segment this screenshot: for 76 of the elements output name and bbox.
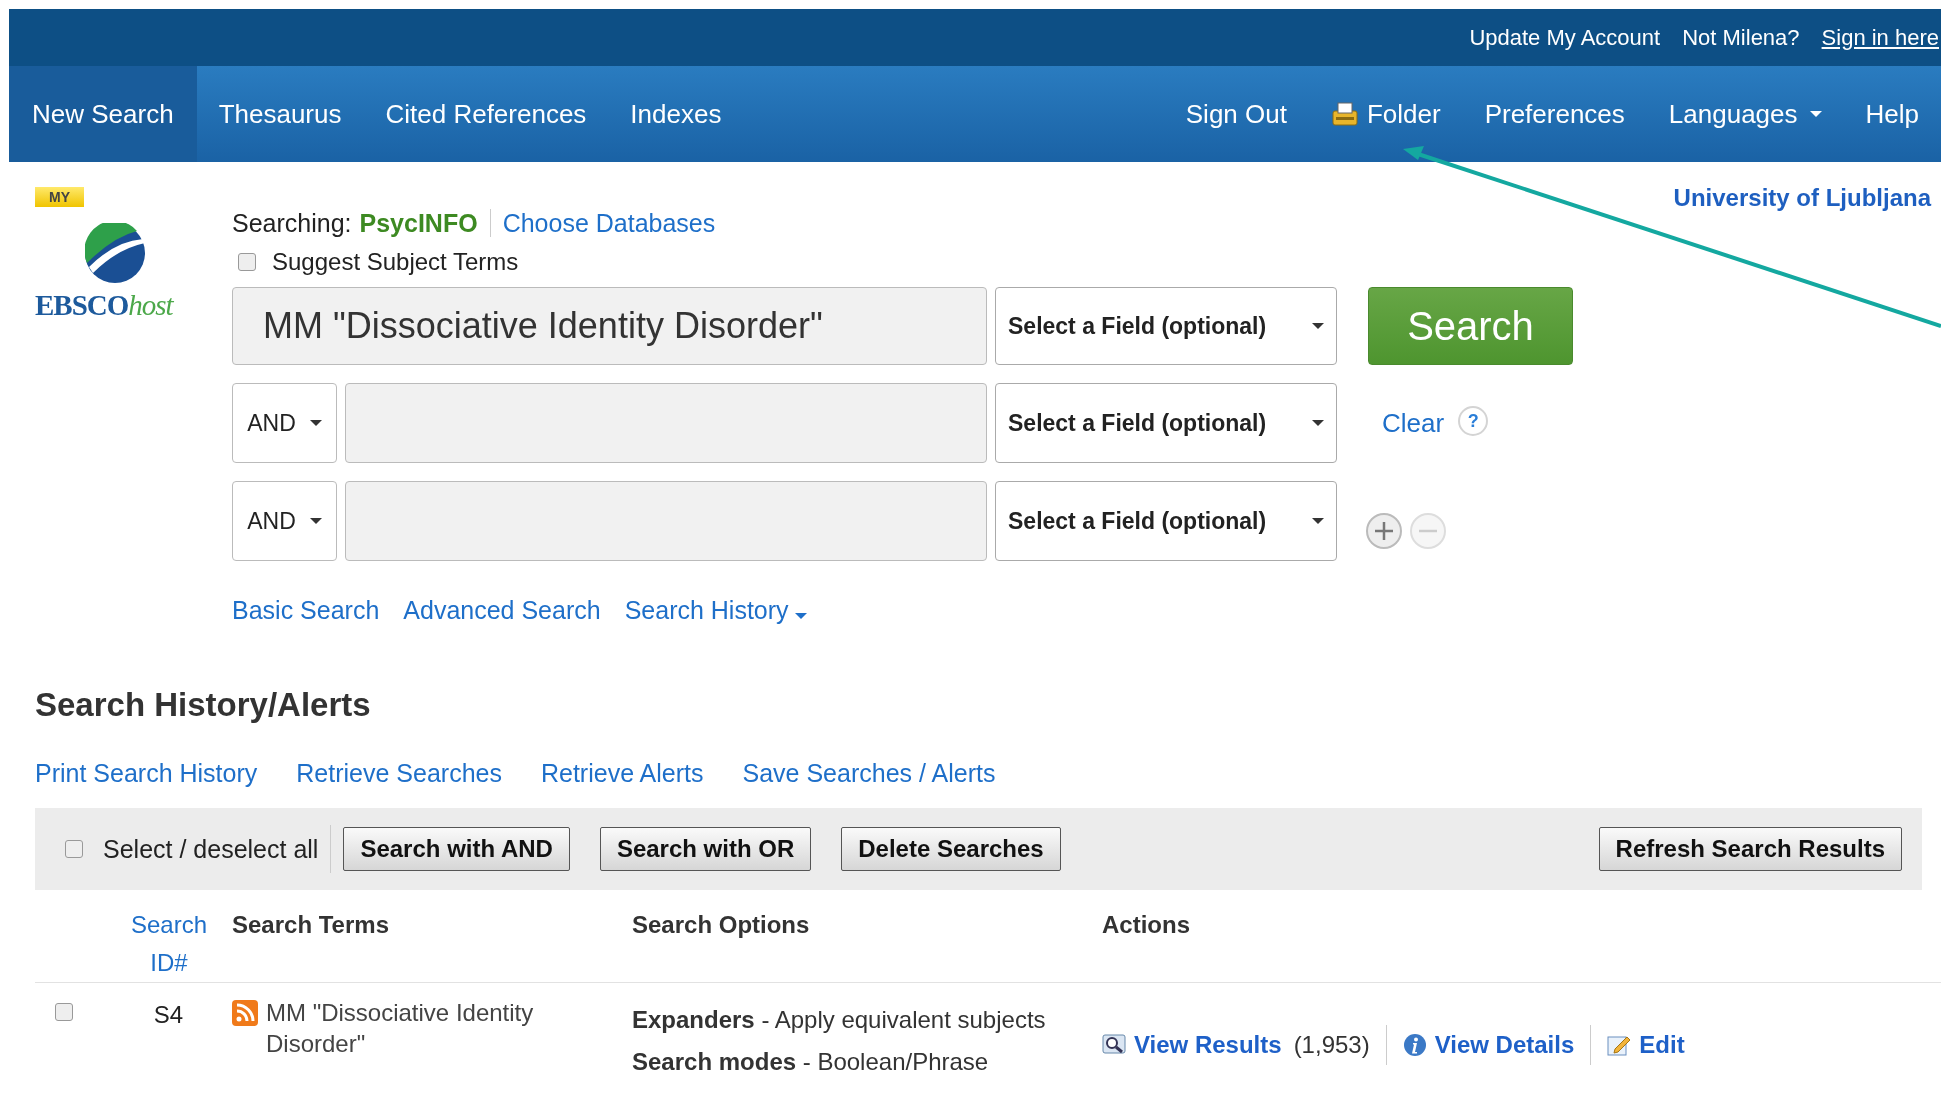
history-link[interactable]: Save Searches / Alerts (742, 759, 996, 788)
history-link[interactable]: Retrieve Alerts (540, 759, 704, 788)
nav-link[interactable]: Sign Out (1163, 66, 1309, 162)
nav-link[interactable]: Help (1843, 66, 1941, 162)
caret-icon (309, 518, 322, 524)
info-icon (1402, 1033, 1427, 1057)
searching-label: Searching: (232, 208, 352, 238)
field-select[interactable]: Select a Field (optional) (995, 383, 1337, 463)
logo-icon (85, 223, 145, 283)
institution-name: University of Ljubljana (1673, 184, 1931, 212)
sign-in-link[interactable]: Sign in here (1821, 24, 1939, 51)
account-link[interactable]: Update My Account (1469, 24, 1661, 51)
logo-text: EBSCOhost (35, 289, 173, 322)
magnifier-icon (1102, 1034, 1126, 1056)
caret-icon (794, 612, 807, 619)
history-button[interactable]: Delete Searches (841, 827, 1061, 871)
edit-link[interactable]: Edit (1639, 1026, 1685, 1064)
history-button[interactable]: Search with AND (343, 827, 570, 871)
history-link[interactable]: Print Search History (35, 759, 258, 788)
search-option: Expanders - Apply equivalent subjects (632, 1005, 1102, 1035)
select-all-label: Select / deselect all (103, 834, 319, 864)
operator-select[interactable]: AND (232, 383, 337, 463)
section-heading: Search History/Alerts (35, 685, 372, 725)
search-input[interactable] (345, 383, 987, 463)
field-select[interactable]: Select a Field (optional) (995, 481, 1337, 561)
field-select[interactable]: Select a Field (optional) (995, 287, 1337, 365)
search-mode-link[interactable]: Basic Search (232, 595, 380, 625)
search-input[interactable]: MM "Dissociative Identity Disorder" (232, 287, 987, 365)
history-link[interactable]: Retrieve Searches (296, 759, 502, 788)
search-id: S4 (152, 1000, 185, 1030)
search-input[interactable] (345, 481, 987, 561)
search-terms: MM "Dissociative Identity Disorder" (266, 998, 535, 1059)
nav-link[interactable]: Languages (1646, 66, 1844, 162)
caret-icon (1312, 323, 1324, 329)
search-mode-link[interactable]: Search History (624, 595, 807, 625)
operator-select[interactable]: AND (232, 481, 337, 561)
nav-tab[interactable]: Thesaurus (196, 66, 364, 162)
database-name: PsycINFO (359, 208, 478, 238)
caret-icon (1312, 420, 1324, 426)
clear-link[interactable]: Clear (1382, 407, 1445, 439)
operator-value: AND (247, 409, 296, 437)
caret-icon (1809, 111, 1822, 117)
column-header: Search Terms (232, 910, 390, 940)
nav-link[interactable]: Folder (1308, 66, 1463, 162)
edit-icon (1607, 1033, 1632, 1057)
select-all-checkbox[interactable] (65, 840, 83, 858)
field-value: Select a Field (optional) (1008, 507, 1267, 535)
history-button[interactable]: Search with OR (599, 827, 812, 871)
nav-tab[interactable]: New Search (9, 66, 197, 162)
search-option: Search modes - Boolean/Phrase (632, 1047, 1102, 1077)
rss-icon (232, 1000, 258, 1026)
choose-databases-link[interactable]: Choose Databases (502, 208, 716, 238)
add-row-icon[interactable] (1365, 512, 1403, 550)
column-sort-link[interactable]: Search ID# (105, 906, 232, 982)
field-value: Select a Field (optional) (1008, 312, 1267, 340)
nav-tab[interactable]: Indexes (608, 66, 744, 162)
search-button[interactable]: Search (1368, 287, 1573, 365)
my-badge: MY (35, 187, 84, 207)
column-header: Actions (1102, 910, 1191, 940)
suggest-label: Suggest Subject Terms (272, 248, 519, 276)
suggest-checkbox[interactable] (238, 253, 256, 271)
row-checkbox[interactable] (55, 1003, 73, 1021)
view-results-link[interactable]: View Results (1134, 1026, 1282, 1064)
column-header: Search Options (632, 910, 811, 940)
view-details-link[interactable]: View Details (1434, 1026, 1575, 1064)
help-icon[interactable]: ? (1458, 406, 1489, 436)
operator-value: AND (247, 507, 296, 535)
refresh-button[interactable]: Refresh Search Results (1598, 827, 1902, 871)
nav-link[interactable]: Preferences (1462, 66, 1647, 162)
result-count: (1,953) (1293, 1030, 1370, 1060)
caret-icon (1312, 518, 1324, 524)
user-prompt: Not Milena? (1682, 24, 1800, 51)
field-value: Select a Field (optional) (1008, 409, 1267, 437)
search-mode-link[interactable]: Advanced Search (403, 595, 601, 625)
nav-tab[interactable]: Cited References (363, 66, 609, 162)
caret-icon (309, 420, 322, 426)
